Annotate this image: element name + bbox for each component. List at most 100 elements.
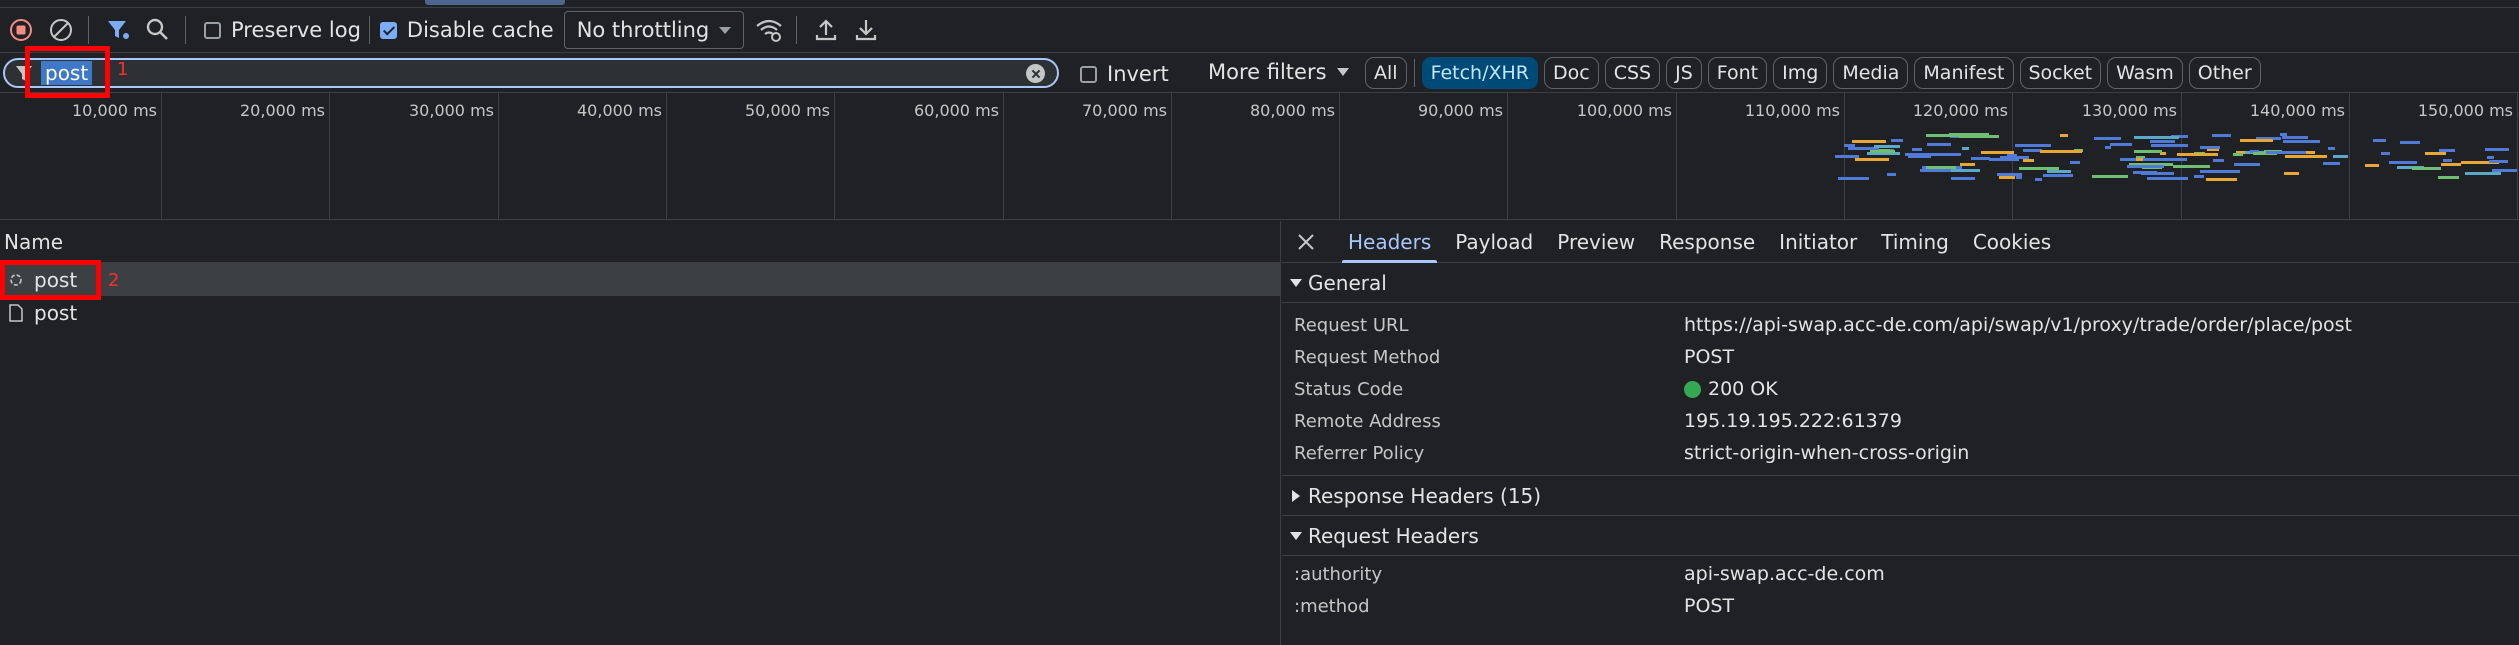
waterfall-bar bbox=[2040, 150, 2082, 153]
waterfall-bar bbox=[2145, 158, 2187, 161]
wifi-settings-icon bbox=[755, 19, 782, 42]
waterfall-bar bbox=[2151, 144, 2188, 147]
name-column-header[interactable]: Name bbox=[0, 221, 1280, 263]
referrer-policy-value: strict-origin-when-cross-origin bbox=[1684, 442, 1970, 464]
status-code-key: Status Code bbox=[1294, 378, 1404, 400]
general-section-title: General bbox=[1308, 270, 1387, 295]
search-button[interactable] bbox=[139, 11, 177, 49]
authority-row: :authority api-swap.acc-de.com bbox=[1282, 558, 2519, 590]
clear-filter-icon[interactable] bbox=[1026, 64, 1045, 83]
chip-font[interactable]: Font bbox=[1707, 57, 1768, 89]
chip-img[interactable]: Img bbox=[1773, 57, 1828, 89]
request-headers-section-header[interactable]: Request Headers bbox=[1282, 516, 2519, 556]
tab-payload[interactable]: Payload bbox=[1443, 221, 1545, 263]
tab-cookies[interactable]: Cookies bbox=[1961, 221, 2063, 263]
overview-timeline[interactable]: 10,000 ms 20,000 ms 30,000 ms 40,000 ms 50,0… bbox=[0, 93, 2519, 220]
waterfall-bar bbox=[2070, 161, 2080, 164]
invert-checkbox[interactable]: Invert bbox=[1080, 62, 1169, 86]
waterfall-bar bbox=[2200, 146, 2220, 149]
chip-doc[interactable]: Doc bbox=[1544, 57, 1599, 89]
export-har-button[interactable] bbox=[847, 11, 885, 49]
waterfall-bar bbox=[2043, 174, 2073, 177]
response-headers-section-header[interactable]: Response Headers (15) bbox=[1282, 476, 2519, 516]
waterfall-bar bbox=[2134, 150, 2162, 153]
waterfall-bar bbox=[1905, 153, 1941, 156]
method-key: :method bbox=[1294, 595, 1370, 617]
general-section-header[interactable]: General bbox=[1282, 263, 2519, 303]
waterfall-bar bbox=[2489, 160, 2508, 163]
waterfall-bar bbox=[2110, 143, 2132, 146]
tab-response[interactable]: Response bbox=[1647, 221, 1767, 263]
checkbox-box[interactable] bbox=[1080, 65, 1097, 83]
waterfall-bar bbox=[2266, 151, 2306, 154]
waterfall-bar bbox=[1962, 147, 1969, 150]
timeline-gridline bbox=[1507, 93, 1508, 220]
more-filters-dropdown[interactable]: More filters bbox=[1208, 60, 1349, 84]
tab-initiator[interactable]: Initiator bbox=[1767, 221, 1869, 263]
annotation-box-2 bbox=[0, 260, 101, 300]
waterfall-bar bbox=[2016, 176, 2022, 179]
upload-icon bbox=[815, 19, 836, 41]
filter-input[interactable]: post bbox=[3, 58, 1059, 88]
chip-media[interactable]: Media bbox=[1833, 57, 1909, 89]
timeline-tick-label: 100,000 ms bbox=[1576, 101, 1672, 120]
request-row[interactable]: post bbox=[0, 263, 1280, 296]
network-conditions-button[interactable] bbox=[750, 11, 788, 49]
waterfall-bar bbox=[1971, 157, 1990, 160]
waterfall-bar bbox=[1887, 173, 1896, 176]
method-row: :method POST bbox=[1282, 590, 2519, 622]
close-details-button[interactable] bbox=[1286, 222, 1326, 262]
timeline-gridline bbox=[1003, 93, 1004, 220]
authority-value: api-swap.acc-de.com bbox=[1684, 563, 1885, 585]
request-method-row: Request Method POST bbox=[1282, 341, 2519, 373]
search-icon bbox=[146, 18, 168, 40]
chip-other[interactable]: Other bbox=[2188, 57, 2261, 89]
clear-button[interactable] bbox=[42, 11, 80, 49]
filter-toggle-button[interactable] bbox=[99, 11, 137, 49]
waterfall-bar bbox=[1844, 144, 1855, 147]
timeline-tick-label: 80,000 ms bbox=[1250, 101, 1335, 120]
waterfall-bar bbox=[1927, 143, 1951, 146]
tab-preview[interactable]: Preview bbox=[1545, 221, 1647, 263]
preserve-log-checkbox[interactable]: Preserve log bbox=[204, 18, 361, 42]
invert-label: Invert bbox=[1107, 62, 1169, 86]
waterfall-bar bbox=[1838, 177, 1869, 180]
chip-css[interactable]: CSS bbox=[1604, 57, 1661, 89]
disable-cache-label: Disable cache bbox=[406, 18, 554, 42]
waterfall-bar bbox=[2283, 140, 2316, 143]
waterfall-bar bbox=[2134, 136, 2179, 139]
throttling-select[interactable]: No throttling bbox=[563, 11, 744, 49]
waterfall-bar bbox=[2023, 159, 2034, 162]
checkbox-box[interactable] bbox=[204, 21, 221, 39]
waterfall-bar bbox=[2007, 154, 2017, 157]
tab-timing[interactable]: Timing bbox=[1869, 221, 1961, 263]
waterfall-bar bbox=[1951, 177, 1975, 180]
checkbox-box[interactable] bbox=[379, 21, 397, 39]
request-method-key: Request Method bbox=[1294, 346, 1441, 368]
toolbar-divider bbox=[88, 16, 89, 44]
timeline-gridline bbox=[2349, 93, 2350, 220]
waterfall-bar bbox=[2485, 148, 2509, 151]
chip-wasm[interactable]: Wasm bbox=[2107, 57, 2183, 89]
tab-headers[interactable]: Headers bbox=[1336, 221, 1443, 263]
chip-socket[interactable]: Socket bbox=[2019, 57, 2102, 89]
waterfall-bar bbox=[1891, 139, 1903, 142]
disable-cache-checkbox[interactable]: Disable cache bbox=[379, 18, 554, 42]
request-headers-title: Request Headers bbox=[1308, 523, 1479, 548]
filter-icon bbox=[108, 21, 129, 39]
request-url-row: Request URL https://api-swap.acc-de.com/… bbox=[1282, 309, 2519, 341]
status-code-row: Status Code 200 OK bbox=[1282, 373, 2519, 405]
chip-js[interactable]: JS bbox=[1666, 57, 1702, 89]
chip-manifest[interactable]: Manifest bbox=[1914, 57, 2014, 89]
import-har-button[interactable] bbox=[807, 11, 845, 49]
waterfall-bar bbox=[2212, 134, 2231, 137]
request-url-value: https://api-swap.acc-de.com/api/swap/v1/… bbox=[1684, 314, 2353, 336]
stop-recording-button[interactable] bbox=[2, 11, 40, 49]
waterfall-bar bbox=[2438, 176, 2459, 179]
requests-list: Name post post bbox=[0, 221, 1281, 645]
request-row[interactable]: post bbox=[0, 296, 1280, 329]
throttling-value: No throttling bbox=[576, 18, 710, 42]
referrer-policy-row: Referrer Policy strict-origin-when-cross… bbox=[1282, 437, 2519, 469]
chip-fetch-xhr[interactable]: Fetch/XHR bbox=[1421, 57, 1538, 89]
chip-all[interactable]: All bbox=[1365, 57, 1407, 89]
